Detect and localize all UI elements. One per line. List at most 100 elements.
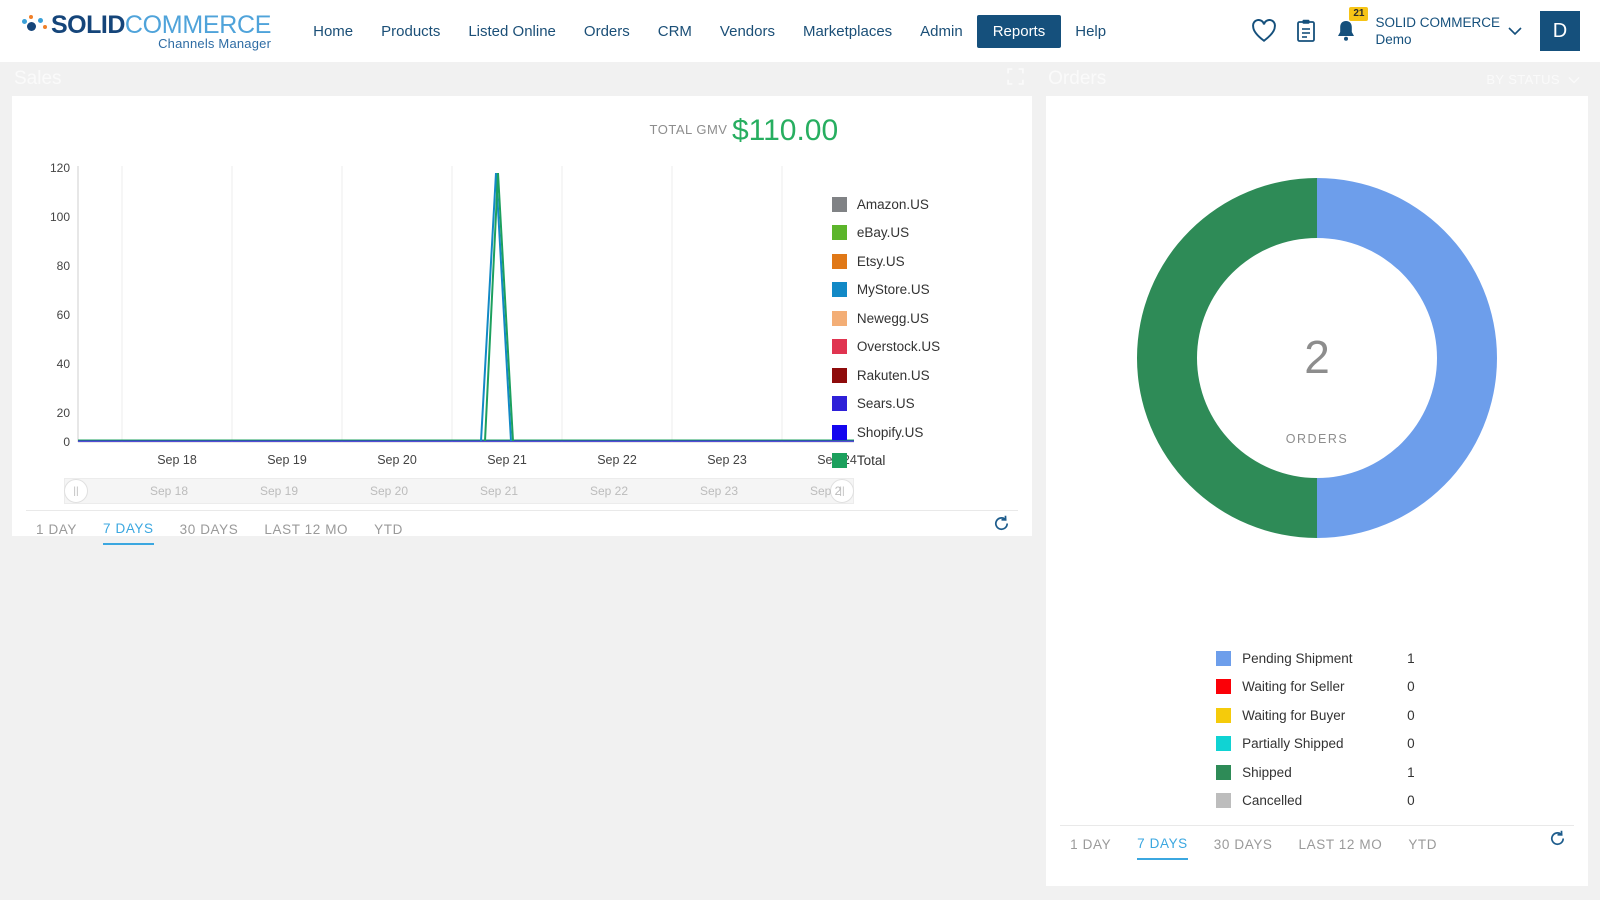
orders-donut-svg: 2 ORDERS [1117, 158, 1517, 558]
legend-item[interactable]: Overstock.US [832, 333, 940, 362]
svg-text:Sep 18: Sep 18 [157, 453, 197, 467]
nav-item-vendors[interactable]: Vendors [706, 16, 789, 47]
status-swatch-pending-shipment [1216, 651, 1231, 666]
legend-item[interactable]: Amazon.US [832, 190, 940, 219]
tab-1-day[interactable]: 1 DAY [36, 522, 77, 544]
logo-subtitle: Channels Manager [22, 36, 271, 51]
svg-text:80: 80 [57, 259, 71, 273]
legend-swatch-shopify [832, 425, 847, 440]
svg-text:60: 60 [57, 308, 71, 322]
top-products-panel: Top Products BY $ SOLD Electric Guitar S… [533, 892, 1040, 900]
slider-tick-label: Sep 18 [150, 484, 188, 498]
legend-label: Newegg.US [857, 311, 929, 326]
nav-item-crm[interactable]: CRM [644, 16, 706, 47]
status-row[interactable]: Shipped 1 [1216, 758, 1588, 787]
nav-item-reports[interactable]: Reports [977, 15, 1062, 48]
legend-item[interactable]: Rakuten.US [832, 361, 940, 390]
sales-card: TOTAL GMV $110.00 120 100 80 60 40 20 0 [12, 96, 1032, 536]
sales-period-tabs: 1 DAY 7 DAYS 30 DAYS LAST 12 MO YTD [26, 510, 1018, 545]
legend-swatch-overstock [832, 339, 847, 354]
tab-30-days[interactable]: 30 DAYS [1214, 837, 1273, 859]
status-swatch-waiting-for-buyer [1216, 708, 1231, 723]
legend-item[interactable]: Shopify.US [832, 418, 940, 447]
status-value: 0 [1407, 708, 1415, 723]
avatar[interactable]: D [1540, 11, 1580, 51]
tab-7-days[interactable]: 7 DAYS [1137, 836, 1188, 860]
slider-tick-label: Sep 21 [480, 484, 518, 498]
nav-right-group: 21 SOLID COMMERCE Demo D [1251, 11, 1580, 51]
legend-swatch-rakuten [832, 368, 847, 383]
nav-item-home[interactable]: Home [299, 16, 367, 47]
legend-label: MyStore.US [857, 282, 930, 297]
status-value: 0 [1407, 793, 1415, 808]
legend-item[interactable]: Total [832, 447, 940, 476]
sales-chart-svg: 120 100 80 60 40 20 0 [26, 148, 866, 478]
nav-item-admin[interactable]: Admin [906, 16, 977, 47]
status-label: Cancelled [1242, 793, 1407, 808]
status-row[interactable]: Partially Shipped 0 [1216, 730, 1588, 759]
svg-text:100: 100 [50, 210, 70, 224]
notifications-bell-icon[interactable]: 21 [1335, 19, 1357, 43]
status-value: 1 [1407, 765, 1415, 780]
app-logo[interactable]: SOLID COMMERCE Channels Manager [22, 11, 271, 51]
orders-card: 2 ORDERS Pending Shipment 1 Waiting for … [1046, 96, 1588, 886]
nav-item-listed-online[interactable]: Listed Online [454, 16, 570, 47]
nav-item-marketplaces[interactable]: Marketplaces [789, 16, 906, 47]
status-swatch-shipped [1216, 765, 1231, 780]
sales-expand-icon[interactable] [1007, 68, 1024, 90]
account-switcher[interactable]: SOLID COMMERCE Demo [1375, 14, 1522, 48]
tab-last-12-mo[interactable]: LAST 12 MO [1299, 837, 1383, 859]
orders-groupby-dropdown[interactable]: BY STATUS [1486, 72, 1580, 87]
legend-swatch-sears [832, 396, 847, 411]
svg-text:Sep 20: Sep 20 [377, 453, 417, 467]
favorites-heart-icon[interactable] [1251, 19, 1277, 43]
tab-1-day[interactable]: 1 DAY [1070, 837, 1111, 859]
legend-label: Rakuten.US [857, 368, 930, 383]
tab-30-days[interactable]: 30 DAYS [180, 522, 239, 544]
legend-label: Total [857, 453, 886, 468]
legend-label: Shopify.US [857, 425, 924, 440]
status-row[interactable]: Pending Shipment 1 [1216, 644, 1588, 673]
status-row[interactable]: Waiting for Buyer 0 [1216, 701, 1588, 730]
status-label: Partially Shipped [1242, 736, 1407, 751]
sales-refresh-icon[interactable] [993, 515, 1010, 537]
total-gmv-value: $110.00 [732, 114, 838, 147]
legend-item[interactable]: Sears.US [832, 390, 940, 419]
tab-ytd[interactable]: YTD [1408, 837, 1437, 859]
orders-panel: Orders BY STATUS 2 ORDERS [1046, 62, 1588, 886]
svg-text:0: 0 [63, 435, 70, 449]
sales-range-slider[interactable]: || || Sep 18 Sep 19 Sep 20 Sep 21 Sep 22… [64, 478, 854, 504]
legend-label: Sears.US [857, 396, 915, 411]
logo-dots-icon [22, 15, 48, 37]
orders-groupby-label: BY STATUS [1486, 72, 1560, 87]
nav-item-help[interactable]: Help [1061, 16, 1120, 47]
slider-tick-label: Sep 19 [260, 484, 298, 498]
legend-item[interactable]: Etsy.US [832, 247, 940, 276]
sku-coverage-panel: SKU Coverage LISTED/TOTAL # SKUs 5,973 /… [12, 892, 519, 900]
tab-last-12-mo[interactable]: LAST 12 MO [264, 522, 348, 544]
clipboard-icon[interactable] [1295, 19, 1317, 43]
legend-swatch-total [832, 453, 847, 468]
nav-item-products[interactable]: Products [367, 16, 454, 47]
donut-center-label: ORDERS [1286, 432, 1348, 446]
legend-item[interactable]: MyStore.US [832, 276, 940, 305]
legend-swatch-ebay [832, 225, 847, 240]
status-row[interactable]: Waiting for Seller 0 [1216, 673, 1588, 702]
tab-7-days[interactable]: 7 DAYS [103, 521, 154, 545]
legend-item[interactable]: eBay.US [832, 219, 940, 248]
nav-item-orders[interactable]: Orders [570, 16, 644, 47]
legend-item[interactable]: Newegg.US [832, 304, 940, 333]
orders-refresh-icon[interactable] [1549, 830, 1566, 852]
status-label: Waiting for Seller [1242, 679, 1407, 694]
svg-text:20: 20 [57, 406, 71, 420]
account-name: SOLID COMMERCE [1375, 14, 1500, 31]
slider-tick-label: Sep 2 [810, 484, 841, 498]
orders-donut-chart: 2 ORDERS [1046, 96, 1588, 558]
main-menu: Home Products Listed Online Orders CRM V… [299, 15, 1120, 48]
legend-swatch-amazon [832, 197, 847, 212]
svg-text:Sep 22: Sep 22 [597, 453, 637, 467]
status-label: Pending Shipment [1242, 651, 1407, 666]
status-swatch-waiting-for-seller [1216, 679, 1231, 694]
tab-ytd[interactable]: YTD [374, 522, 403, 544]
status-row[interactable]: Cancelled 0 [1216, 787, 1588, 816]
